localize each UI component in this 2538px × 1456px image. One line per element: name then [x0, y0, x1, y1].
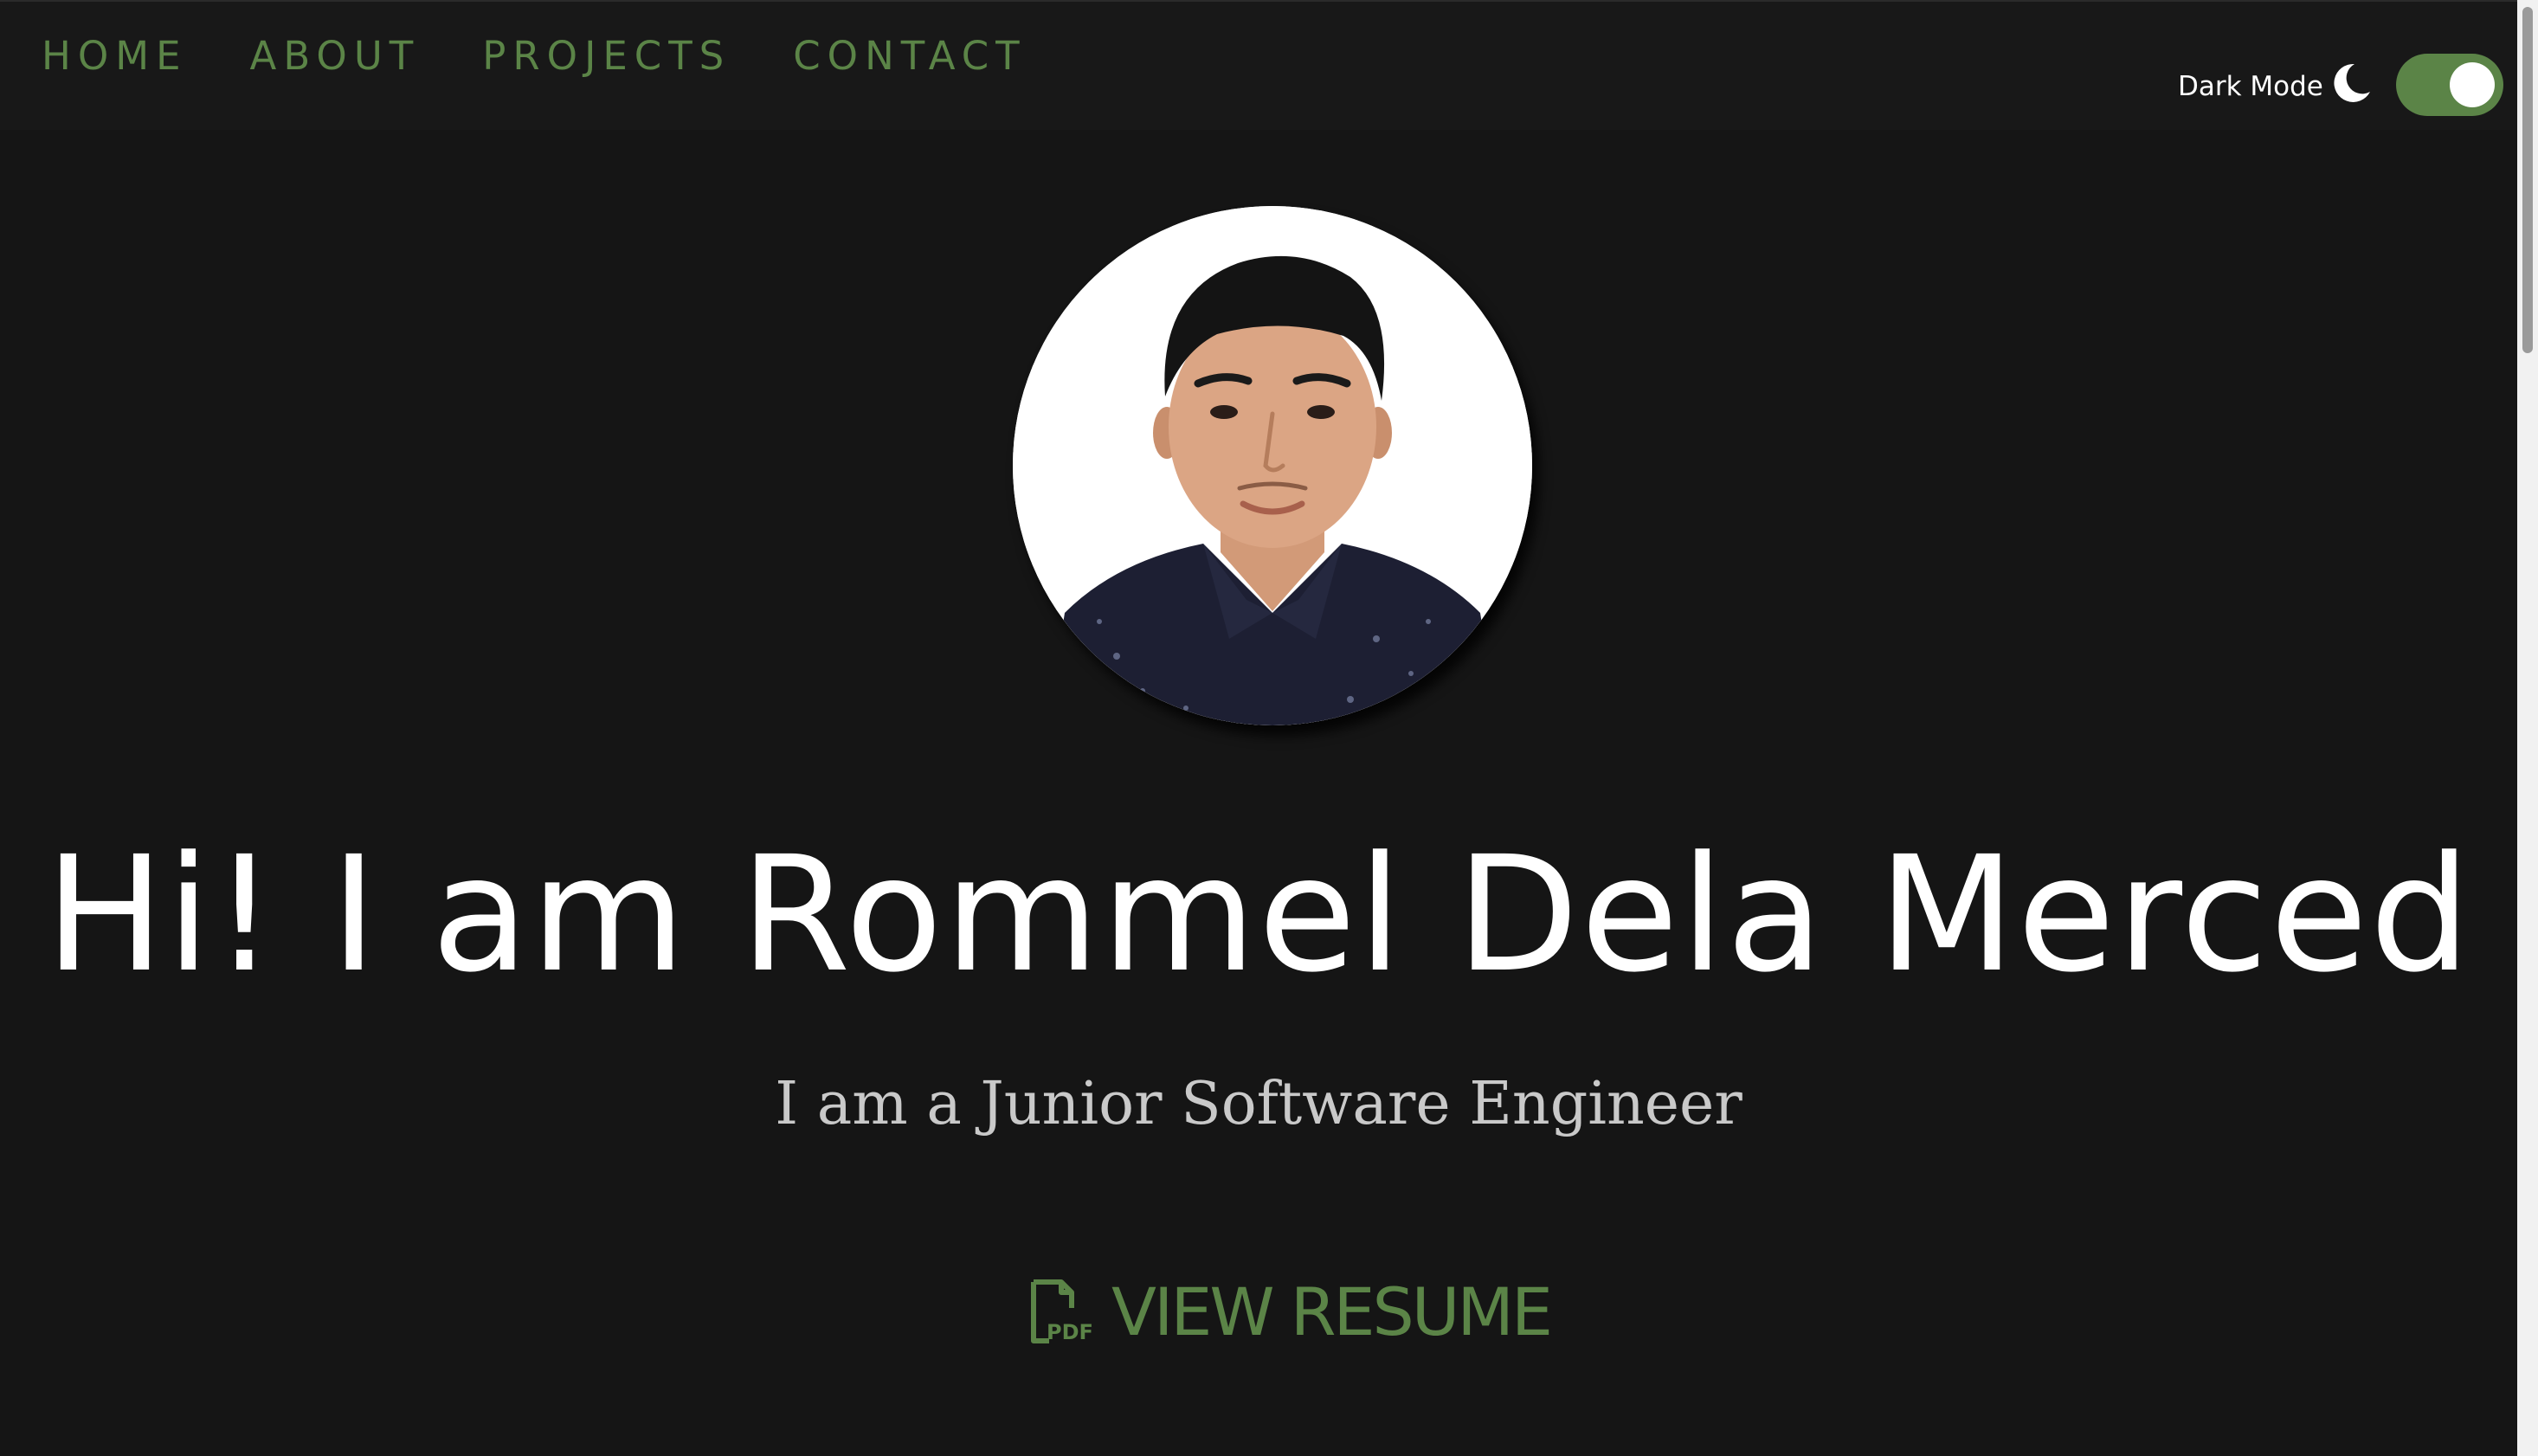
pdf-file-icon: PDF	[1031, 1279, 1092, 1344]
nav-contact-link[interactable]: CONTACT	[793, 33, 1026, 79]
view-resume-button[interactable]: PDF VIEW RESUME	[1027, 1272, 1553, 1350]
view-resume-label: VIEW RESUME	[1111, 1272, 1553, 1350]
moon-icon	[2334, 63, 2370, 102]
hero-subtitle: I am a Junior Software Engineer	[775, 1070, 1742, 1138]
hero-title: Hi! I am Rommel Dela Merced	[44, 822, 2473, 1008]
toggle-knob	[2450, 62, 2495, 107]
scrollbar-thumb[interactable]	[2522, 7, 2533, 353]
dark-mode-toggle[interactable]	[2396, 54, 2503, 116]
page-scrollbar[interactable]	[2517, 0, 2538, 1456]
nav-home-link[interactable]: HOME	[42, 33, 188, 79]
pdf-icon-text: PDF	[1047, 1320, 1092, 1344]
main-nav: HOME ABOUT PROJECTS CONTACT	[42, 33, 1027, 79]
nav-about-link[interactable]: ABOUT	[250, 33, 421, 79]
top-navigation-bar: HOME ABOUT PROJECTS CONTACT Dark Mode	[0, 0, 2517, 130]
profile-photo	[1013, 206, 1532, 725]
dark-mode-label: Dark Mode	[2178, 71, 2323, 102]
profile-photo-illustration	[1013, 206, 1532, 725]
nav-projects-link[interactable]: PROJECTS	[482, 33, 731, 79]
